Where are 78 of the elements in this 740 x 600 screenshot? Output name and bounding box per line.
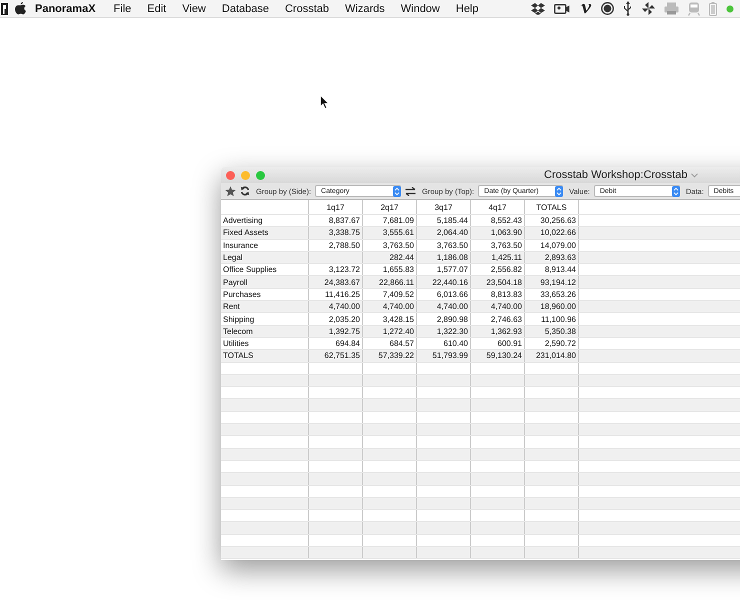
row-label: Fixed Assets [221, 226, 308, 240]
row-label: Shipping [221, 312, 308, 326]
table-cell: 2,890.98 [416, 312, 470, 326]
status-dot-icon[interactable] [726, 4, 734, 12]
box-icon[interactable] [531, 2, 545, 15]
menu-item[interactable]: File [114, 2, 132, 14]
row-label: TOTALS [221, 350, 308, 362]
menu-item[interactable]: Wizards [345, 2, 385, 14]
table-cell: 3,763.50 [416, 239, 470, 252]
menu-item[interactable]: Help [456, 2, 478, 14]
menu-item[interactable]: Window [400, 2, 440, 14]
table-cell: 2,035.20 [308, 312, 362, 326]
table-cell: 3,763.50 [362, 239, 416, 252]
stepper-icon [393, 186, 402, 196]
row-label: Legal [221, 251, 308, 264]
table-cell: 1,063.90 [470, 226, 524, 240]
table-cell: 1,272.40 [362, 325, 416, 338]
table-cell: 1,186.08 [416, 251, 470, 264]
row-label: Payroll [221, 276, 308, 288]
table-cell: 3,338.75 [308, 226, 362, 240]
table-cell: 18,960.00 [524, 300, 578, 313]
table-cell: 57,339.22 [362, 350, 416, 362]
table-cell: 1,392.75 [308, 325, 362, 338]
menu-item[interactable]: Edit [147, 2, 166, 14]
table-cell: 4,740.00 [308, 300, 362, 313]
table-cell: 10,022.66 [524, 226, 578, 240]
app-menu[interactable]: PanoramaX [35, 2, 96, 14]
column-header: TOTALS [524, 200, 578, 214]
menu-item[interactable]: View [182, 2, 206, 14]
printer-icon[interactable] [664, 2, 679, 15]
table-cell: 1,322.30 [416, 325, 470, 338]
table-cell: 62,751.35 [308, 350, 362, 362]
table-cell: 22,866.11 [362, 276, 416, 288]
row-label: Telecom [221, 325, 308, 338]
menu-item[interactable]: Crosstab [284, 2, 330, 14]
table-cell: 3,763.50 [470, 239, 524, 252]
column-header: 4q17 [470, 200, 524, 214]
pinwheel-icon[interactable] [642, 2, 655, 15]
table-cell: 11,100.96 [524, 312, 578, 326]
row-label: Rent [221, 300, 308, 313]
column-header: 3q17 [416, 200, 470, 214]
window-title: Crosstab Workshop:Crosstab [544, 169, 688, 181]
table-cell: 24,383.67 [308, 276, 362, 288]
star-icon[interactable] [225, 186, 236, 196]
table-cell: 23,504.18 [470, 276, 524, 288]
table-cell: 1,425.11 [470, 251, 524, 264]
table-cell: 14,079.00 [524, 239, 578, 252]
apple-icon[interactable] [14, 1, 27, 16]
table-cell: 51,793.99 [416, 350, 470, 362]
table-cell: 5,350.38 [524, 325, 578, 338]
row-label: Insurance [221, 239, 308, 252]
table-cell: 59,130.24 [470, 350, 524, 362]
table-cell: 2,064.40 [416, 226, 470, 240]
usb-icon[interactable] [623, 1, 633, 16]
table-cell: 2,893.63 [524, 251, 578, 264]
menu-item[interactable]: Database [222, 2, 269, 14]
table-cell: 22,440.16 [416, 276, 470, 288]
v-icon[interactable] [579, 2, 592, 14]
table-cell: 4,740.00 [416, 300, 470, 313]
column-header: 2q17 [362, 200, 416, 214]
refresh-icon[interactable] [240, 186, 250, 196]
video-camera-icon[interactable] [554, 2, 570, 14]
table-cell: 93,194.12 [524, 276, 578, 288]
table-cell: 2,788.50 [308, 239, 362, 252]
stepper-icon [555, 186, 564, 196]
mouse-pointer-icon [320, 95, 329, 109]
record-icon[interactable] [601, 2, 614, 15]
table-cell: 3,428.15 [362, 312, 416, 326]
table-cell: 1,362.93 [470, 325, 524, 338]
stepper-icon [672, 186, 680, 196]
column-header: 1q17 [308, 200, 362, 214]
table-cell: 3,555.61 [362, 226, 416, 240]
table-cell: 282.44 [362, 251, 416, 264]
table-cell: 2,746.63 [470, 312, 524, 326]
table-cell: 4,740.00 [362, 300, 416, 313]
swap-icon[interactable] [405, 186, 416, 196]
table-cell: 4,740.00 [470, 300, 524, 313]
table-cell: 231,014.80 [524, 350, 578, 362]
